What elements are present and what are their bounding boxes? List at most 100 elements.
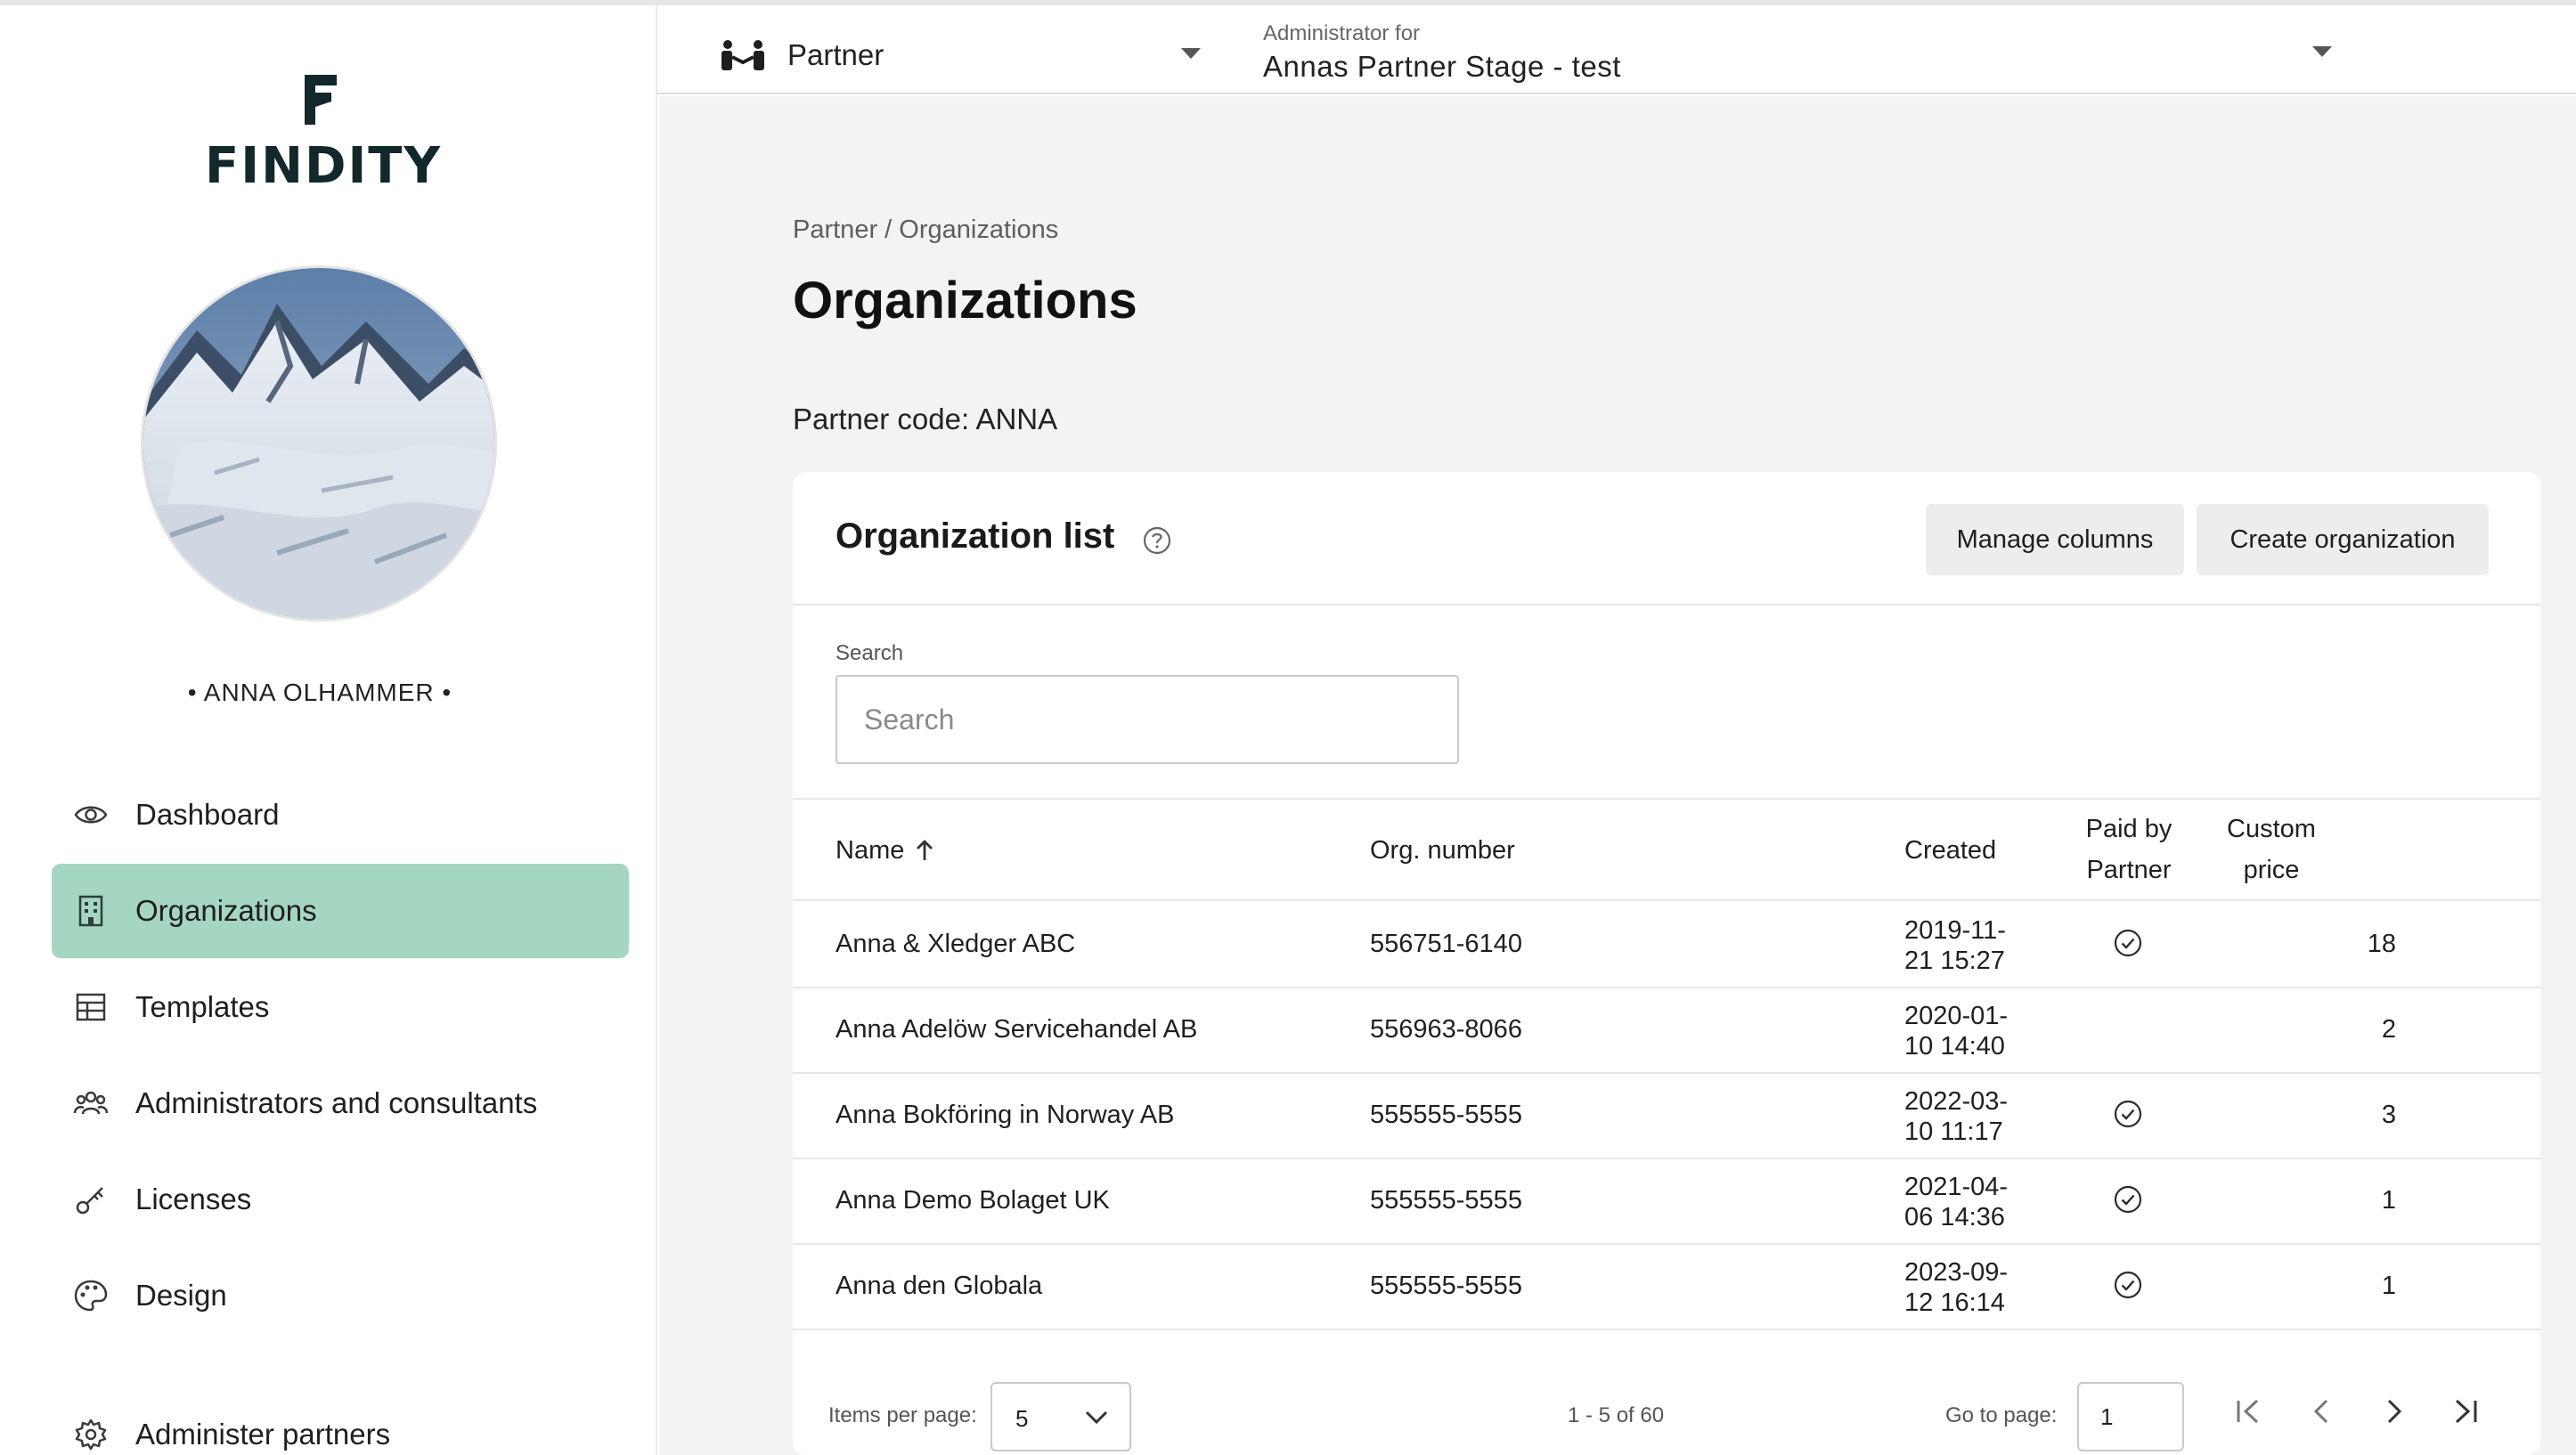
avatar-mountain-image <box>143 268 494 619</box>
breadcrumb: Partner / Organizations <box>793 215 1058 245</box>
avatar[interactable] <box>141 265 497 622</box>
cell-created-line: 21 15:27 <box>1904 947 2005 975</box>
sidebar-item-organizations[interactable]: Organizations <box>52 864 629 958</box>
table-row[interactable]: Anna Demo Bolaget UK 555555-5555 2021-04- 0… <box>793 1159 2540 1245</box>
cell-name[interactable]: Anna Adelöw Servicehandel AB <box>836 1015 1197 1045</box>
column-header-custom-price[interactable]: Custom price <box>2218 809 2325 890</box>
cell-name[interactable]: Anna den Globala <box>836 1272 1042 1301</box>
page-title: Organizations <box>793 272 1137 329</box>
palette-icon <box>73 1278 109 1313</box>
sidebar-item-label: Licenses <box>135 1183 252 1215</box>
logo-wordmark: FINDITY <box>205 137 443 195</box>
cell-created-line: 2023-09- <box>1904 1258 2009 1287</box>
cell-created: 2022-03- 10 11:17 <box>1904 1086 2008 1147</box>
cell-created: 2020-01- 10 14:40 <box>1904 1001 2008 1061</box>
eye-icon <box>73 797 109 833</box>
sidebar-item-label: Templates <box>135 990 270 1023</box>
check-circle-icon <box>2113 1184 2143 1215</box>
search-label: Search <box>836 641 904 665</box>
chevron-down-icon <box>1181 48 1201 59</box>
administrator-for-value: Annas Partner Stage - test <box>1263 50 1621 83</box>
cell-created: 2021-04- 06 14:36 <box>1904 1172 2008 1232</box>
cell-created-line: 2022-03- <box>1904 1087 2009 1116</box>
column-header-name[interactable]: Name <box>836 830 934 871</box>
cell-value: 2 <box>2381 1015 2396 1044</box>
sidebar-item-label: Design <box>135 1279 227 1312</box>
building-icon <box>73 893 109 929</box>
sidebar-item-label: Administrators and consultants <box>135 1086 538 1119</box>
go-to-page-label: Go to page: <box>1945 1403 2058 1427</box>
cell-name[interactable]: Anna Demo Bolaget UK <box>836 1186 1110 1215</box>
check-circle-icon <box>2113 1099 2143 1129</box>
cell-name[interactable]: Anna Bokföring in Norway AB <box>836 1101 1174 1130</box>
cell-value: 1 <box>2381 1186 2396 1215</box>
card-header: Organization list Manage columns Create … <box>793 472 2540 606</box>
search-input[interactable] <box>837 677 1457 762</box>
cell-value: 18 <box>2367 930 2396 958</box>
create-organization-button[interactable]: Create organization <box>2197 504 2489 575</box>
first-page-icon[interactable] <box>2234 1396 2264 1427</box>
sidebar-item-dashboard[interactable]: Dashboard <box>52 768 629 862</box>
table-row[interactable]: Anna den Globala 555555-5555 2023-09- 12 16… <box>793 1245 2540 1330</box>
breadcrumb-separator: / <box>877 215 900 244</box>
sidebar-item-label: Dashboard <box>135 798 280 831</box>
help-icon[interactable] <box>1142 525 1172 556</box>
go-to-page-field[interactable] <box>2077 1382 2184 1451</box>
administrator-for-select[interactable]: Administrator for Annas Partner Stage - … <box>1263 21 2332 89</box>
column-header-org-number[interactable]: Org. number <box>1370 830 1515 871</box>
cell-created-line: 10 11:17 <box>1904 1118 2003 1146</box>
items-per-page-label: Items per page: <box>828 1403 977 1427</box>
pagination: Items per page: 5 1 - 5 of 60 Go to page… <box>793 1362 2540 1455</box>
findity-logo[interactable]: FINDITY <box>205 75 443 195</box>
column-header-line: price <box>2243 856 2300 884</box>
table-row[interactable]: Anna Adelöw Servicehandel AB 556963-8066 2… <box>793 988 2540 1074</box>
partner-code: Partner code: ANNA <box>793 402 1058 435</box>
handshake-icon <box>720 39 766 71</box>
search-field[interactable] <box>836 675 1459 764</box>
column-header-line: Paid by <box>2085 815 2172 843</box>
card-title: Organization list <box>836 516 1115 556</box>
table-row[interactable]: Anna & Xledger ABC 556751-6140 2019-11- 21 … <box>793 903 2540 988</box>
sidebar-item-administer-partners[interactable]: Administer partners <box>52 1387 629 1455</box>
breadcrumb-current: Organizations <box>899 215 1059 244</box>
table-row[interactable]: Anna Bokföring in Norway AB 555555-5555 20… <box>793 1074 2540 1159</box>
sidebar: FINDITY • ANNA OLHAMMER • Dashboard Orga… <box>0 5 657 1455</box>
go-to-page-input[interactable] <box>2079 1384 2182 1450</box>
check-circle-icon <box>2113 1270 2143 1300</box>
manage-columns-button[interactable]: Manage columns <box>1926 504 2184 575</box>
cell-org-number: 556963-8066 <box>1370 1015 1522 1044</box>
column-header-line: Partner <box>2086 856 2172 884</box>
cell-name[interactable]: Anna & Xledger ABC <box>836 930 1075 959</box>
gear-icon <box>73 1417 109 1452</box>
cell-created-line: 2019-11- <box>1904 916 2006 945</box>
last-page-icon[interactable] <box>2450 1396 2480 1427</box>
cell-value: 1 <box>2381 1272 2396 1300</box>
chevron-down-icon <box>2312 46 2332 57</box>
cell-created-line: 2021-04- <box>1904 1173 2009 1201</box>
sidebar-item-label: Administer partners <box>135 1418 391 1451</box>
cell-created-line: 2020-01- <box>1904 1002 2009 1030</box>
column-header-created[interactable]: Created <box>1904 830 1996 871</box>
topbar: Partner Administrator for Annas Partner … <box>657 5 2576 94</box>
cell-org-number: 556751-6140 <box>1370 930 1522 958</box>
administrator-for-label: Administrator for <box>1263 21 1421 45</box>
column-header-label: Name <box>836 836 905 865</box>
table-icon <box>73 989 109 1025</box>
cell-org-number: 555555-5555 <box>1370 1186 1522 1215</box>
partner-role-select[interactable]: Partner <box>720 28 1201 82</box>
breadcrumb-partner-link[interactable]: Partner <box>793 215 877 244</box>
previous-page-icon[interactable] <box>2307 1396 2337 1427</box>
sidebar-item-licenses[interactable]: Licenses <box>52 1152 629 1247</box>
cell-created: 2019-11- 21 15:27 <box>1904 915 2006 976</box>
column-header-paid-by-partner[interactable]: Paid by Partner <box>2067 809 2191 890</box>
sidebar-item-administrators[interactable]: Administrators and consultants <box>52 1056 629 1150</box>
main-content: Partner / Organizations Organizations Pa… <box>659 96 2576 1455</box>
sidebar-item-design[interactable]: Design <box>52 1248 629 1343</box>
items-per-page-select[interactable]: 5 <box>990 1382 1131 1451</box>
cell-created-line: 12 16:14 <box>1904 1288 2005 1317</box>
key-icon <box>73 1182 109 1217</box>
check-circle-icon <box>2113 928 2143 958</box>
cell-org-number: 555555-5555 <box>1370 1101 1522 1129</box>
sidebar-item-templates[interactable]: Templates <box>52 960 629 1054</box>
next-page-icon[interactable] <box>2378 1396 2409 1427</box>
